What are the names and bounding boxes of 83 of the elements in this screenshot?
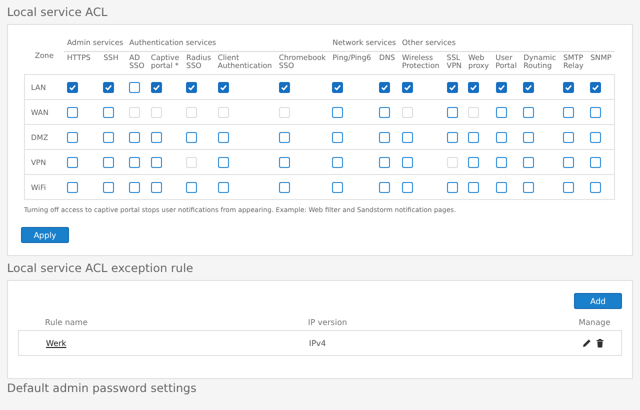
checkbox[interactable] <box>218 156 229 168</box>
checkbox[interactable] <box>150 82 162 92</box>
checkbox[interactable] <box>496 156 507 168</box>
checkbox[interactable] <box>278 156 290 168</box>
checkbox[interactable] <box>332 156 344 168</box>
checkbox[interactable] <box>67 106 78 118</box>
checkbox[interactable] <box>523 82 534 92</box>
checkbox[interactable] <box>67 82 78 92</box>
checkbox[interactable] <box>496 182 507 192</box>
checkbox[interactable] <box>129 182 140 192</box>
section-title: Local service ACL exception rule <box>7 260 194 277</box>
checkbox[interactable] <box>67 182 78 192</box>
checkbox[interactable] <box>332 106 344 118</box>
checkbox[interactable] <box>496 82 507 92</box>
checkbox[interactable] <box>590 106 602 118</box>
checkbox[interactable] <box>278 132 290 142</box>
checkbox[interactable] <box>563 106 574 118</box>
checkbox[interactable] <box>150 132 162 142</box>
checkbox[interactable] <box>468 156 480 168</box>
checkbox[interactable] <box>496 132 507 142</box>
add-button[interactable]: Add <box>574 293 622 309</box>
checkbox[interactable] <box>150 156 162 168</box>
checkbox[interactable] <box>402 132 414 142</box>
checkbox[interactable] <box>332 182 344 192</box>
checkbox[interactable] <box>332 132 344 142</box>
checkbox[interactable] <box>278 82 290 92</box>
checkbox[interactable] <box>590 82 602 92</box>
checkbox[interactable] <box>523 106 534 118</box>
edit-icon[interactable] <box>582 338 592 348</box>
checkbox[interactable] <box>186 82 198 92</box>
checkbox[interactable] <box>446 82 458 92</box>
checkbox[interactable] <box>186 182 198 192</box>
checkbox[interactable] <box>563 82 574 92</box>
checkbox[interactable] <box>379 82 390 92</box>
checkbox[interactable] <box>218 82 229 92</box>
rule-name-link[interactable]: Werk <box>19 338 309 348</box>
checkbox[interactable] <box>446 132 458 142</box>
checkbox[interactable] <box>129 132 140 142</box>
checkbox[interactable] <box>186 132 198 142</box>
checkbox[interactable] <box>590 132 602 142</box>
checkbox[interactable] <box>278 182 290 192</box>
checkbox[interactable] <box>496 106 507 118</box>
checkbox[interactable] <box>129 156 140 168</box>
checkbox[interactable] <box>468 132 480 142</box>
checkbox[interactable] <box>379 182 390 192</box>
column-header: IP version <box>308 318 348 327</box>
checkbox[interactable] <box>379 132 390 142</box>
section-title: Local service ACL <box>7 4 108 21</box>
checkbox[interactable] <box>563 182 574 192</box>
checkbox[interactable] <box>468 82 480 92</box>
checkbox[interactable] <box>590 182 602 192</box>
checkbox[interactable] <box>103 82 114 92</box>
checkbox[interactable] <box>218 132 229 142</box>
checkbox[interactable] <box>67 132 78 142</box>
column-header: Manage <box>578 318 612 327</box>
checkbox[interactable] <box>563 132 574 142</box>
checkbox[interactable] <box>218 182 229 192</box>
checkbox[interactable] <box>446 182 458 192</box>
checkbox[interactable] <box>590 156 602 168</box>
checkbox[interactable] <box>103 106 114 118</box>
checkbox[interactable] <box>150 182 162 192</box>
checkbox[interactable] <box>129 82 140 92</box>
table-cell-text: IPv4 <box>309 338 328 348</box>
checkbox[interactable] <box>446 106 458 118</box>
checkbox[interactable] <box>402 82 414 92</box>
checkbox[interactable] <box>563 156 574 168</box>
checkbox[interactable] <box>332 82 344 92</box>
delete-icon[interactable] <box>595 338 605 348</box>
checkbox[interactable] <box>468 182 480 192</box>
checkbox[interactable] <box>103 182 114 192</box>
checkbox[interactable] <box>379 106 390 118</box>
checkbox[interactable] <box>402 156 414 168</box>
checkbox[interactable] <box>523 132 534 142</box>
column-header: Rule name <box>44 318 89 327</box>
checkbox[interactable] <box>402 182 414 192</box>
checkbox[interactable] <box>103 156 114 168</box>
apply-button[interactable]: Apply <box>21 227 69 243</box>
section-title: Default admin password settings <box>7 380 198 395</box>
checkbox[interactable] <box>379 156 390 168</box>
checkbox[interactable] <box>523 156 534 168</box>
checkbox[interactable] <box>103 132 114 142</box>
checkbox[interactable] <box>523 182 534 192</box>
checkbox[interactable] <box>67 156 78 168</box>
